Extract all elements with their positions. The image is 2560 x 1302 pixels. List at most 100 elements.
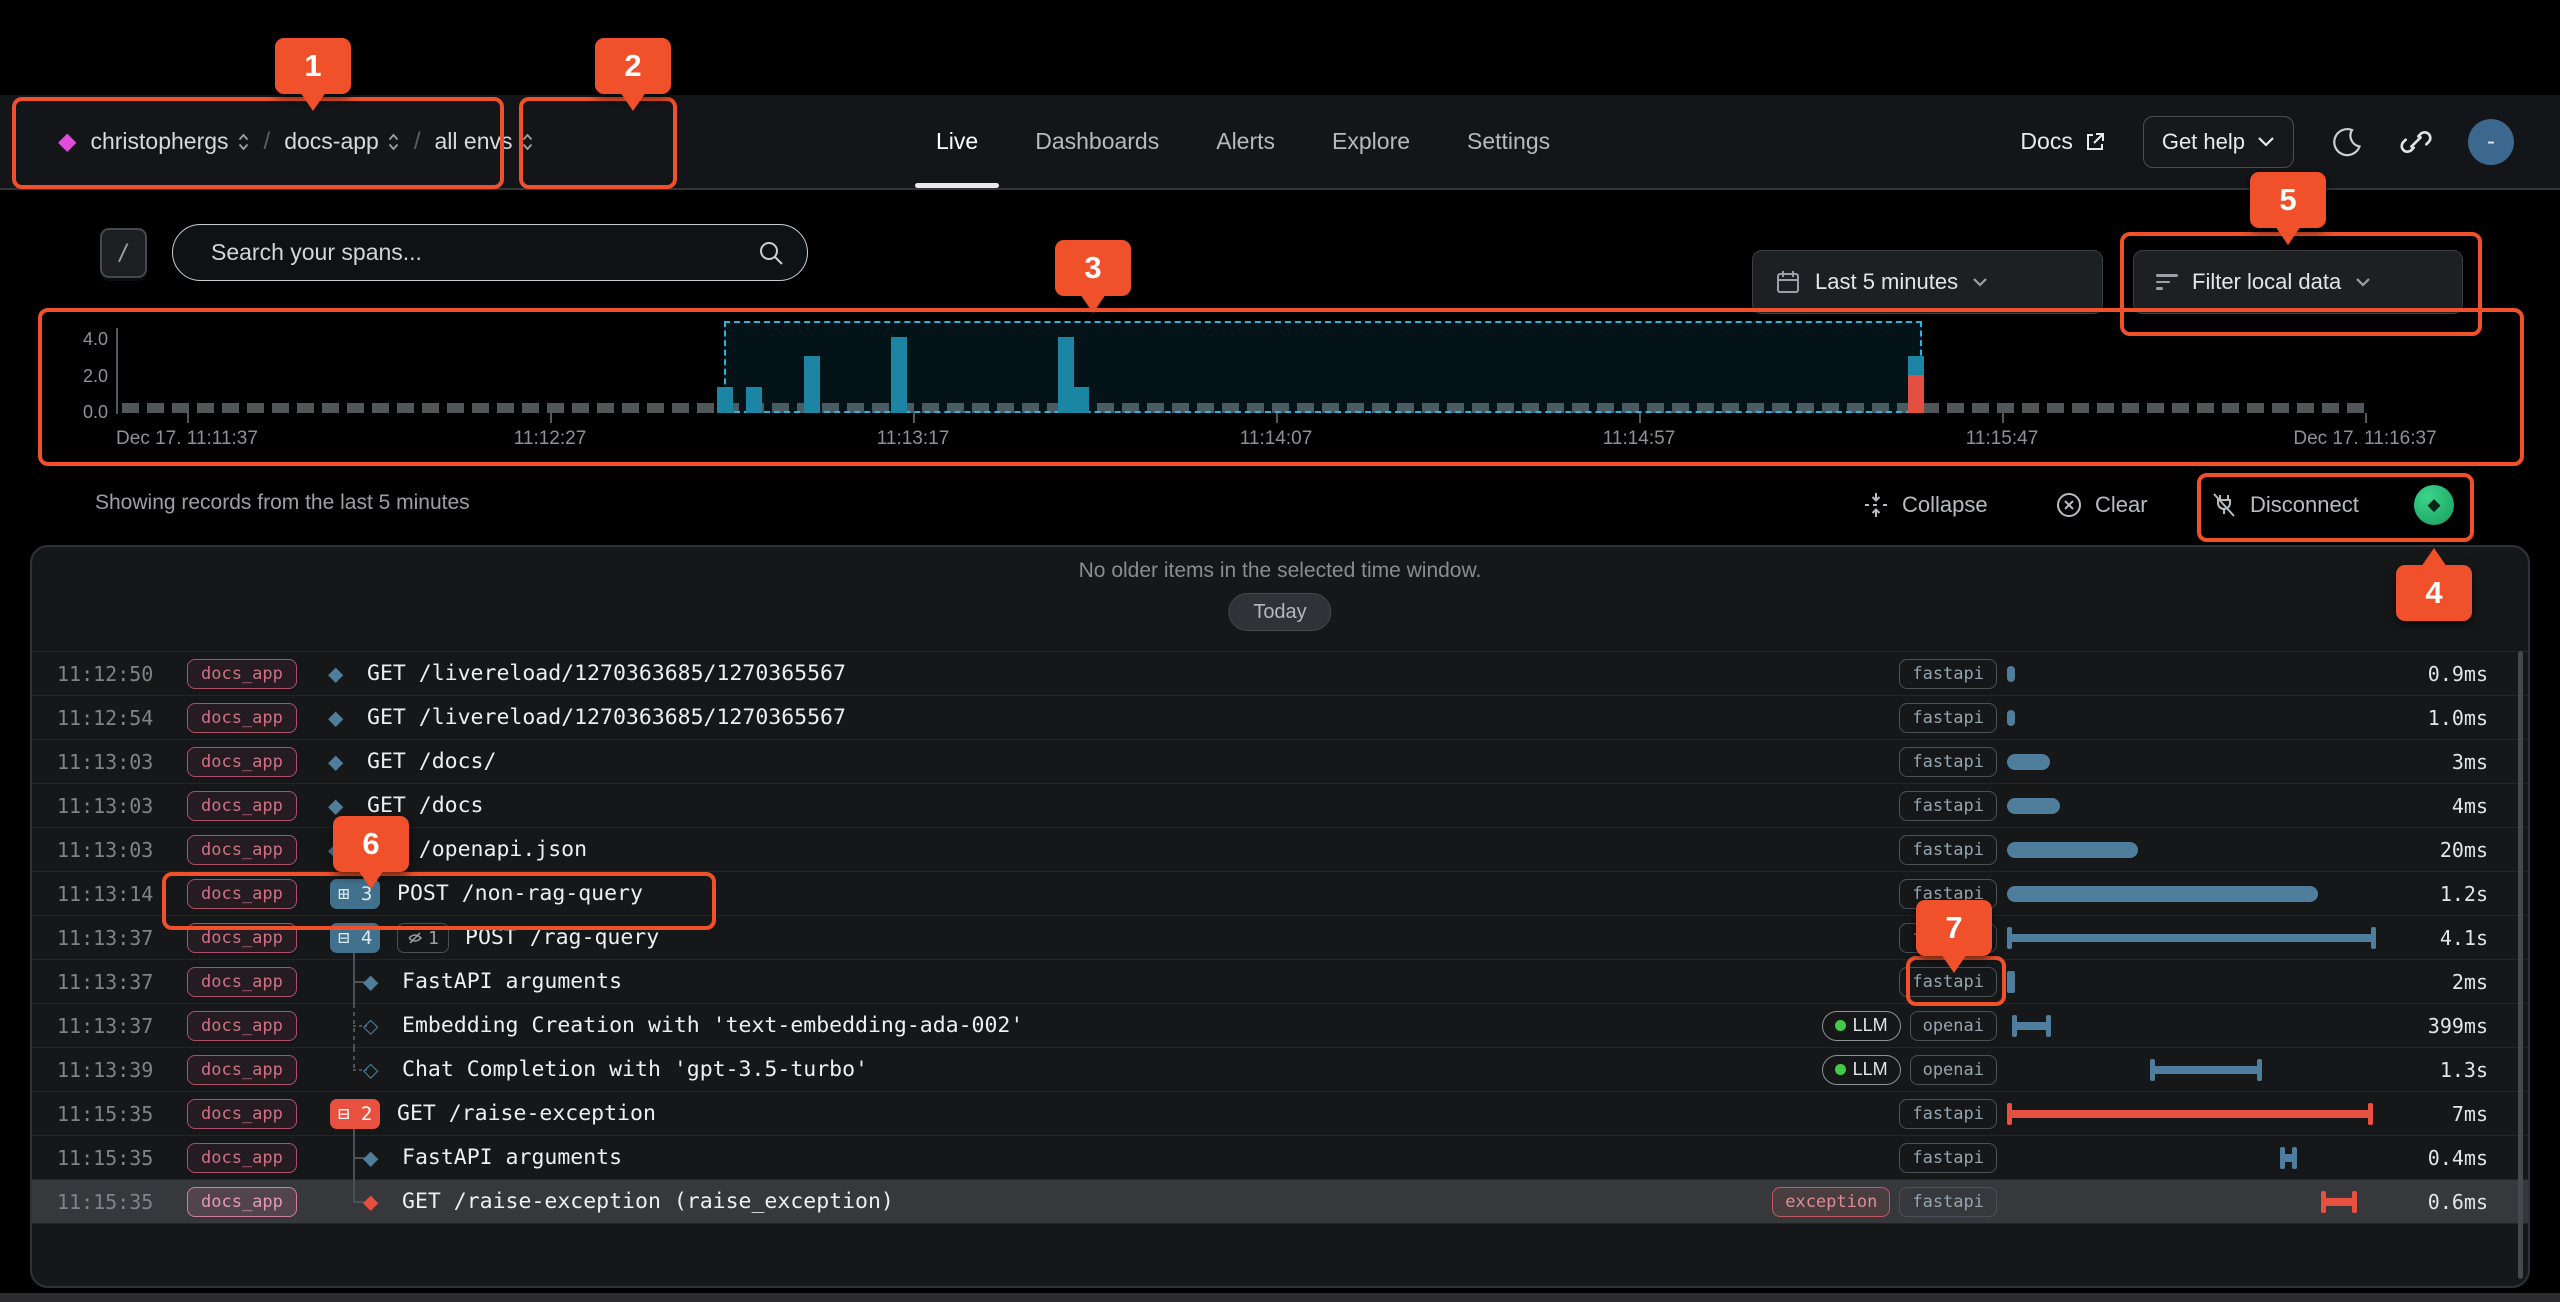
table-row[interactable]: 11:12:50docs_app◆GET /livereload/1270363… bbox=[32, 652, 2528, 696]
project-selector[interactable]: docs-app bbox=[284, 128, 400, 155]
collapse-children-badge[interactable]: ⊟ 2 bbox=[330, 1099, 380, 1129]
duration-value: 2ms bbox=[2452, 960, 2488, 1003]
tag-label: LLM bbox=[1853, 1059, 1888, 1080]
breadcrumb-separator: / bbox=[414, 128, 421, 156]
share-link-icon[interactable] bbox=[2400, 126, 2432, 158]
service-badge: docs_app bbox=[187, 1143, 297, 1173]
annotation-tag-3: 3 bbox=[1055, 240, 1131, 296]
tab-dashboards[interactable]: Dashboards bbox=[1035, 95, 1159, 188]
docs-label: Docs bbox=[2020, 128, 2072, 155]
x-tick-label: 11:15:47 bbox=[1966, 428, 2039, 450]
collapse-children-badge[interactable]: ⊟ 4 bbox=[330, 923, 380, 953]
duration-bar-area bbox=[2007, 916, 2382, 959]
row-timestamp: 11:13:37 bbox=[57, 960, 153, 1003]
tech-tag: fastapi bbox=[1899, 1143, 1997, 1173]
x-tickmark bbox=[187, 413, 189, 423]
baseline-dash bbox=[347, 403, 364, 413]
tag-label: fastapi bbox=[1912, 1148, 1984, 1168]
duration-range-bar bbox=[2007, 971, 2015, 993]
clear-icon bbox=[2055, 491, 2083, 519]
x-tick-label: 11:14:57 bbox=[1603, 428, 1676, 450]
tech-tag: fastapi bbox=[1899, 923, 1997, 953]
hidden-spans-badge[interactable]: 1 bbox=[397, 923, 449, 953]
range-cap-start bbox=[2280, 1147, 2285, 1169]
table-row[interactable]: 11:13:03docs_app◆GET /docs/fastapi3ms bbox=[32, 740, 2528, 784]
duration-bar bbox=[2007, 798, 2060, 814]
sort-arrows-icon bbox=[387, 132, 400, 152]
span-name: POST /rag-query bbox=[465, 916, 659, 959]
x-tick-label: Dec 17. 11:11:37 bbox=[116, 428, 258, 450]
table-row[interactable]: 11:13:03docs_app◆GET /openapi.jsonfastap… bbox=[32, 828, 2528, 872]
duration-value: 20ms bbox=[2440, 828, 2488, 871]
table-row[interactable]: 11:12:54docs_app◆GET /livereload/1270363… bbox=[32, 696, 2528, 740]
x-tick-label: 11:13:17 bbox=[877, 428, 950, 450]
llm-tag: LLM bbox=[1822, 1011, 1901, 1041]
table-scrollbar[interactable] bbox=[2518, 651, 2523, 1279]
baseline-dash bbox=[247, 403, 264, 413]
env-selector[interactable]: all envs bbox=[435, 128, 534, 155]
baseline-dash bbox=[197, 403, 214, 413]
baseline-dash bbox=[547, 403, 564, 413]
table-row[interactable]: 11:13:37docs_app⊟ 41POST /rag-queryfasta… bbox=[32, 916, 2528, 960]
tab-alerts[interactable]: Alerts bbox=[1216, 95, 1275, 188]
baseline-dash bbox=[2322, 403, 2339, 413]
expand-children-badge[interactable]: ⊞ 3 bbox=[330, 879, 380, 909]
range-cap-end bbox=[2046, 1015, 2051, 1037]
table-row[interactable]: 11:15:35docs_app◆GET /raise-exception (r… bbox=[32, 1180, 2528, 1224]
calendar-icon bbox=[1775, 269, 1801, 295]
duration-value: 4.1s bbox=[2440, 916, 2488, 959]
duration-range-bar bbox=[2150, 1059, 2263, 1081]
span-diamond-icon: ◆ bbox=[328, 661, 343, 686]
collapse-button[interactable]: Collapse bbox=[1862, 481, 1988, 529]
table-row[interactable]: 11:13:14docs_app⊞ 3POST /non-rag-queryfa… bbox=[32, 872, 2528, 916]
disconnect-button[interactable]: Disconnect bbox=[2210, 481, 2359, 529]
tag-label: fastapi bbox=[1912, 840, 1984, 860]
table-row[interactable]: 11:13:39docs_app◇Chat Completion with 'g… bbox=[32, 1048, 2528, 1092]
table-row[interactable]: 11:15:35docs_app◆FastAPI argumentsfastap… bbox=[32, 1136, 2528, 1180]
get-help-button[interactable]: Get help bbox=[2143, 116, 2294, 168]
showing-records-label: Showing records from the last 5 minutes bbox=[95, 491, 470, 515]
table-row[interactable]: 11:15:35docs_app⊟ 2GET /raise-exceptionf… bbox=[32, 1092, 2528, 1136]
row-tags: fastapi bbox=[1532, 652, 1997, 695]
row-tags: fastapi bbox=[1532, 872, 1997, 915]
service-badge: docs_app bbox=[187, 923, 297, 953]
table-row[interactable]: 11:13:37docs_app◆FastAPI argumentsfastap… bbox=[32, 960, 2528, 1004]
search-input[interactable] bbox=[211, 239, 757, 266]
range-cap-end bbox=[2257, 1059, 2262, 1081]
chevron-down-icon bbox=[2355, 277, 2371, 288]
span-histogram-chart[interactable]: 0.02.04.0Dec 17. 11:11:3711:12:2711:13:1… bbox=[0, 300, 2560, 475]
docs-link[interactable]: Docs bbox=[2020, 128, 2106, 155]
logfire-logo-icon: ◆ bbox=[58, 127, 76, 156]
row-timestamp: 11:15:35 bbox=[57, 1092, 153, 1135]
service-badge: docs_app bbox=[187, 791, 297, 821]
table-row[interactable]: 11:13:37docs_app◇Embedding Creation with… bbox=[32, 1004, 2528, 1048]
main-nav: Live Dashboards Alerts Explore Settings bbox=[936, 95, 1550, 188]
range-line bbox=[2150, 1066, 2263, 1074]
tab-live[interactable]: Live bbox=[936, 95, 978, 188]
eye-off-icon bbox=[407, 931, 423, 945]
chevron-down-icon bbox=[1972, 277, 1988, 288]
tab-settings[interactable]: Settings bbox=[1467, 95, 1550, 188]
llm-status-dot bbox=[1835, 1020, 1846, 1031]
llm-status-dot bbox=[1835, 1064, 1846, 1075]
tree-trunk bbox=[353, 1180, 355, 1202]
span-diamond-error-icon: ◆ bbox=[363, 1189, 378, 1214]
duration-value: 0.4ms bbox=[2428, 1136, 2488, 1179]
theme-toggle-moon-icon[interactable] bbox=[2330, 125, 2364, 159]
avatar[interactable]: - bbox=[2468, 119, 2514, 165]
table-row[interactable]: 11:13:03docs_app◆GET /docsfastapi4ms bbox=[32, 784, 2528, 828]
span-name: FastAPI arguments bbox=[402, 1136, 622, 1179]
tree-trunk bbox=[353, 953, 355, 960]
tech-tag: fastapi bbox=[1899, 703, 1997, 733]
tech-tag: fastapi bbox=[1899, 1187, 1997, 1217]
logfire-live-page: ◆ christophergs / docs-app / all envs bbox=[0, 0, 2560, 1302]
baseline-dash bbox=[397, 403, 414, 413]
tab-explore[interactable]: Explore bbox=[1332, 95, 1410, 188]
x-tickmark bbox=[2002, 413, 2004, 423]
tag-label: exception bbox=[1785, 1192, 1877, 1212]
annotation-tag-1: 1 bbox=[275, 38, 351, 94]
tag-label: fastapi bbox=[1912, 1104, 1984, 1124]
span-diamond-open-icon: ◇ bbox=[363, 1057, 378, 1082]
org-selector[interactable]: christophergs bbox=[90, 128, 249, 155]
clear-button[interactable]: Clear bbox=[2055, 481, 2148, 529]
